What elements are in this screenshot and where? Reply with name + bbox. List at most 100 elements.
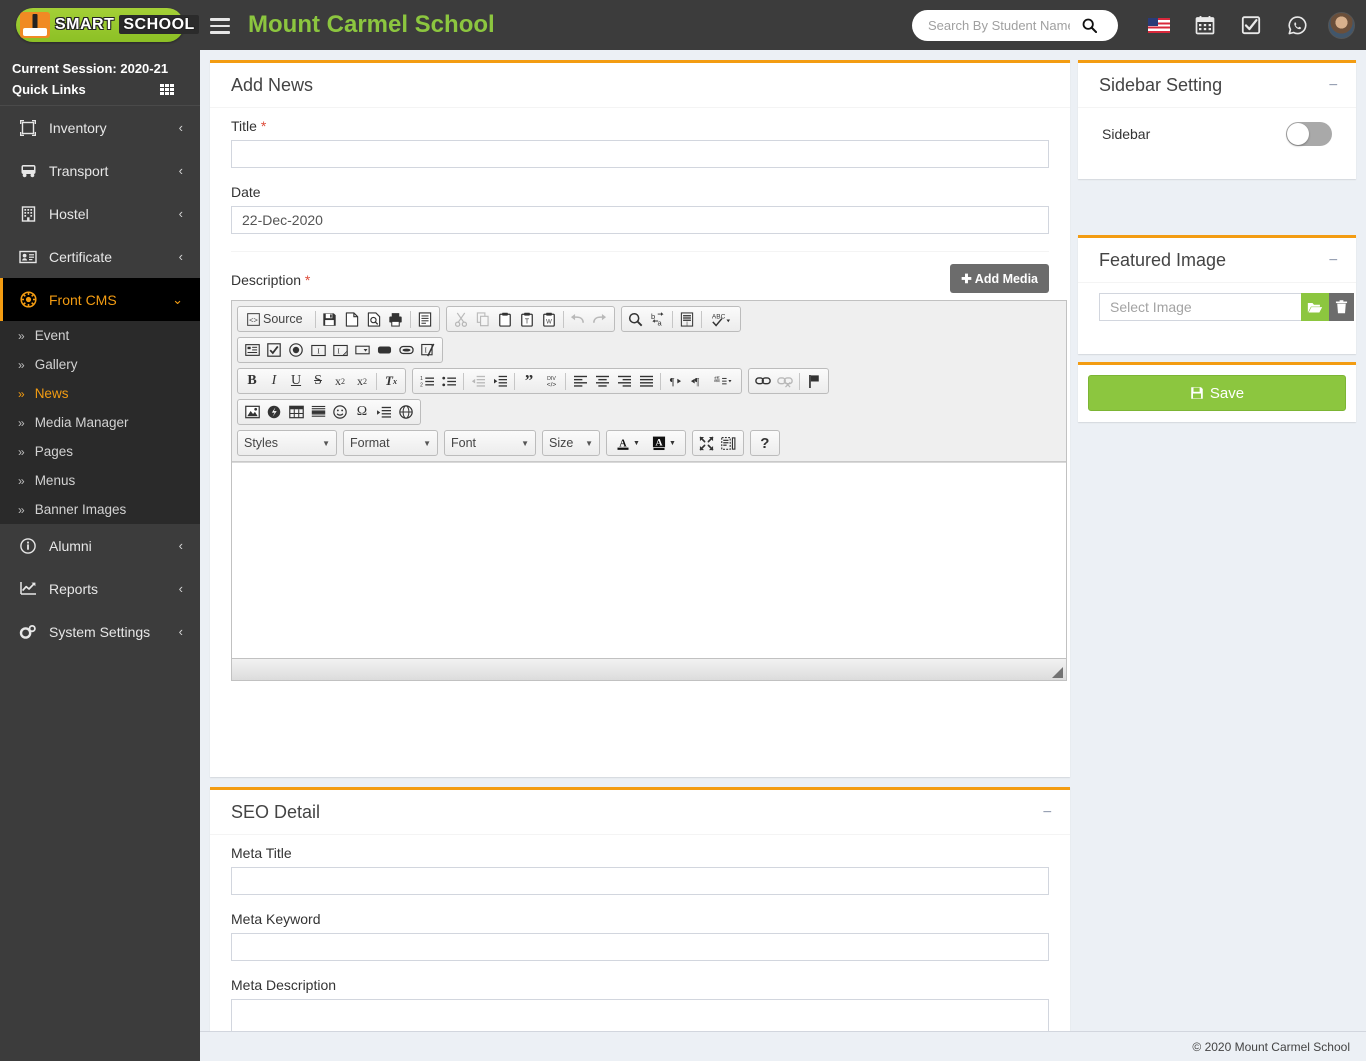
task-icon[interactable]	[1237, 12, 1265, 38]
flash-icon[interactable]	[263, 402, 285, 422]
selection-field-icon[interactable]	[351, 340, 373, 360]
editor-content-area[interactable]	[232, 462, 1066, 658]
meta-title-input[interactable]	[231, 867, 1049, 895]
browse-image-button[interactable]	[1301, 293, 1329, 321]
sidebar-item-reports[interactable]: Reports ‹	[0, 567, 200, 610]
language-icon[interactable]: 語	[708, 371, 738, 391]
featured-image-input[interactable]	[1099, 293, 1301, 321]
paste-icon[interactable]	[494, 309, 516, 329]
remove-format-icon[interactable]: Tx	[380, 371, 402, 391]
align-right-icon[interactable]	[613, 371, 635, 391]
checkbox-icon[interactable]	[263, 340, 285, 360]
sidebar-item-transport[interactable]: Transport ‹	[0, 149, 200, 192]
redo-icon[interactable]	[589, 309, 611, 329]
background-color-icon[interactable]: A ▼	[646, 433, 682, 453]
page-break-icon[interactable]	[373, 402, 395, 422]
replace-icon[interactable]: ba	[647, 309, 669, 329]
whatsapp-icon[interactable]	[1283, 12, 1311, 38]
format-combo[interactable]: Format ▼	[343, 430, 438, 456]
anchor-icon[interactable]	[803, 371, 825, 391]
meta-keyword-input[interactable]	[231, 933, 1049, 961]
save-icon[interactable]	[319, 309, 341, 329]
collapse-featured-image-button[interactable]: −	[1325, 252, 1342, 269]
form-icon[interactable]	[241, 340, 263, 360]
undo-icon[interactable]	[567, 309, 589, 329]
select-all-icon[interactable]: I	[676, 309, 698, 329]
sidebar-subitem-event[interactable]: » Event	[0, 321, 200, 350]
copy-icon[interactable]	[472, 309, 494, 329]
button-icon[interactable]	[373, 340, 395, 360]
blockquote-icon[interactable]: ”	[518, 371, 540, 391]
sidebar-subitem-menus[interactable]: » Menus	[0, 466, 200, 495]
sidebar-toggle-switch[interactable]	[1286, 122, 1332, 146]
search-input[interactable]	[912, 11, 1074, 40]
subscript-icon[interactable]: x2	[329, 371, 351, 391]
indent-icon[interactable]	[489, 371, 511, 391]
quick-links-row[interactable]: Quick Links	[12, 82, 188, 97]
unlink-icon[interactable]	[774, 371, 796, 391]
flag-icon[interactable]	[1145, 12, 1173, 38]
cut-icon[interactable]	[450, 309, 472, 329]
sidebar-subitem-gallery[interactable]: » Gallery	[0, 350, 200, 379]
ltr-icon[interactable]: ¶	[664, 371, 686, 391]
sidebar-subitem-pages[interactable]: » Pages	[0, 437, 200, 466]
maximize-icon[interactable]	[696, 433, 718, 453]
print-icon[interactable]	[385, 309, 407, 329]
title-input[interactable]	[231, 140, 1049, 168]
sidebar-item-system-settings[interactable]: System Settings ‹	[0, 610, 200, 653]
create-div-icon[interactable]: DIV </>	[540, 371, 562, 391]
sidebar-subitem-banner-images[interactable]: » Banner Images	[0, 495, 200, 524]
align-center-icon[interactable]	[591, 371, 613, 391]
rtl-icon[interactable]: ¶	[686, 371, 708, 391]
collapse-sidebar-setting-button[interactable]: −	[1325, 77, 1342, 94]
sidebar-item-alumni[interactable]: Alumni ‹	[0, 524, 200, 567]
new-page-icon[interactable]	[341, 309, 363, 329]
italic-icon[interactable]: I	[263, 371, 285, 391]
delete-image-button[interactable]	[1329, 293, 1354, 321]
spellcheck-icon[interactable]: ABC	[705, 309, 737, 329]
link-icon[interactable]	[752, 371, 774, 391]
image-icon[interactable]	[241, 402, 263, 422]
bulleted-list-icon[interactable]	[438, 371, 460, 391]
table-icon[interactable]	[285, 402, 307, 422]
superscript-icon[interactable]: x2	[351, 371, 373, 391]
horizontal-rule-icon[interactable]	[307, 402, 329, 422]
text-field-icon[interactable]: I	[307, 340, 329, 360]
hidden-field-icon[interactable]: I	[417, 340, 439, 360]
sidebar-subitem-media-manager[interactable]: » Media Manager	[0, 408, 200, 437]
search-submit-button[interactable]	[1074, 11, 1104, 40]
paste-word-icon[interactable]: W	[538, 309, 560, 329]
grid-icon[interactable]	[160, 84, 174, 95]
sidebar-item-certificate[interactable]: Certificate ‹	[0, 235, 200, 278]
size-combo[interactable]: Size ▼	[542, 430, 600, 456]
font-combo[interactable]: Font ▼	[444, 430, 536, 456]
align-left-icon[interactable]	[569, 371, 591, 391]
numbered-list-icon[interactable]: 12	[416, 371, 438, 391]
iframe-icon[interactable]	[395, 402, 417, 422]
save-button[interactable]: Save	[1088, 375, 1346, 411]
source-button[interactable]: <> Source	[241, 309, 312, 329]
textarea-icon[interactable]: I	[329, 340, 351, 360]
paste-text-icon[interactable]: T	[516, 309, 538, 329]
text-color-icon[interactable]: A ▼	[610, 433, 646, 453]
preview-icon[interactable]	[363, 309, 385, 329]
find-icon[interactable]	[625, 309, 647, 329]
app-logo[interactable]: SMART SCHOOL	[0, 0, 200, 50]
collapse-seo-button[interactable]: −	[1039, 804, 1056, 821]
avatar[interactable]	[1327, 11, 1355, 39]
add-media-button[interactable]: ✚ Add Media	[950, 264, 1049, 293]
special-char-icon[interactable]: Ω	[351, 402, 373, 422]
justify-icon[interactable]	[635, 371, 657, 391]
radio-button-icon[interactable]	[285, 340, 307, 360]
styles-combo[interactable]: Styles ▼	[237, 430, 337, 456]
outdent-icon[interactable]	[467, 371, 489, 391]
sidebar-item-inventory[interactable]: Inventory ‹	[0, 106, 200, 149]
sidebar-subitem-news[interactable]: » News	[0, 379, 200, 408]
calendar-icon[interactable]	[1191, 12, 1219, 38]
sidebar-item-front-cms[interactable]: Front CMS ⌄	[0, 278, 200, 321]
date-input[interactable]	[231, 206, 1049, 234]
underline-icon[interactable]: U	[285, 371, 307, 391]
strikethrough-icon[interactable]: S	[307, 371, 329, 391]
smiley-icon[interactable]	[329, 402, 351, 422]
bold-icon[interactable]: B	[241, 371, 263, 391]
